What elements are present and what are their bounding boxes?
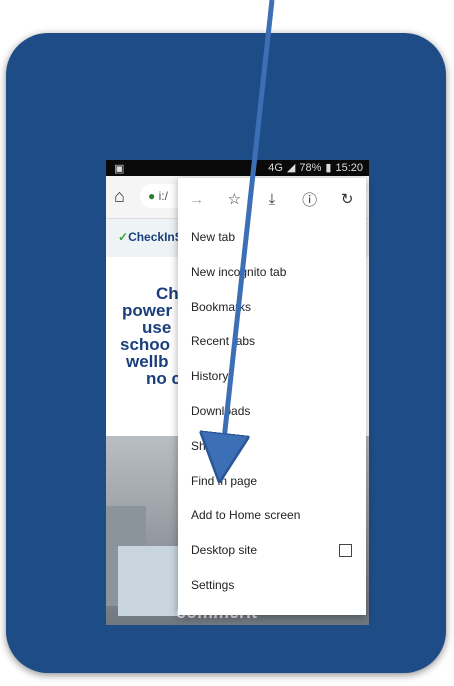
battery-percent: 78% [299, 161, 322, 174]
image-icon: ▣ [114, 163, 125, 175]
signal-icon: ◢ [286, 162, 296, 174]
desktop-site-checkbox[interactable] [339, 544, 352, 558]
battery-icon: ▮ [325, 162, 332, 174]
status-bar: ▣ 4G ◢ 78% ▮ 15:20 [106, 160, 369, 176]
menu-item-add-to-home-screen[interactable]: Add to Home screen [178, 498, 366, 533]
forward-icon[interactable]: → [184, 191, 210, 208]
menu-item-bookmarks[interactable]: Bookmarks [178, 290, 366, 325]
star-icon[interactable]: ☆ [221, 190, 247, 208]
browser-overflow-menu: → ☆ ⤓ ⓘ ↻ New tab New incognito tab Book… [178, 178, 366, 615]
menu-item-find-in-page[interactable]: Find in page [178, 464, 366, 499]
menu-item-new-tab[interactable]: New tab [178, 220, 366, 255]
photo-detail [118, 546, 178, 616]
menu-toolbar: → ☆ ⤓ ⓘ ↻ [178, 178, 366, 220]
background-card: ▣ 4G ◢ 78% ▮ 15:20 ⌂ ● i:/ ✓CheckInS Ch … [6, 33, 446, 673]
signal-label: 4G [268, 161, 283, 174]
menu-item-downloads[interactable]: Downloads [178, 394, 366, 429]
menu-item-desktop-site[interactable]: Desktop site [178, 533, 366, 568]
time: 15:20 [335, 161, 363, 174]
url-text: i:/ [158, 189, 168, 203]
site-logo[interactable]: ✓CheckInS [118, 230, 183, 244]
menu-item-settings[interactable]: Settings [178, 568, 366, 603]
menu-item-recent-tabs[interactable]: Recent tabs [178, 324, 366, 359]
menu-item-history[interactable]: History [178, 359, 366, 394]
refresh-icon[interactable]: ↻ [334, 190, 360, 208]
menu-item-new-incognito-tab[interactable]: New incognito tab [178, 255, 366, 290]
lock-icon: ● [148, 189, 156, 203]
menu-item-label: Desktop site [191, 543, 258, 558]
home-icon[interactable]: ⌂ [114, 186, 125, 207]
check-icon: ✓ [118, 230, 129, 244]
menu-item-share[interactable]: Share... [178, 429, 366, 464]
download-icon[interactable]: ⤓ [259, 191, 285, 208]
info-icon[interactable]: ⓘ [297, 189, 323, 210]
